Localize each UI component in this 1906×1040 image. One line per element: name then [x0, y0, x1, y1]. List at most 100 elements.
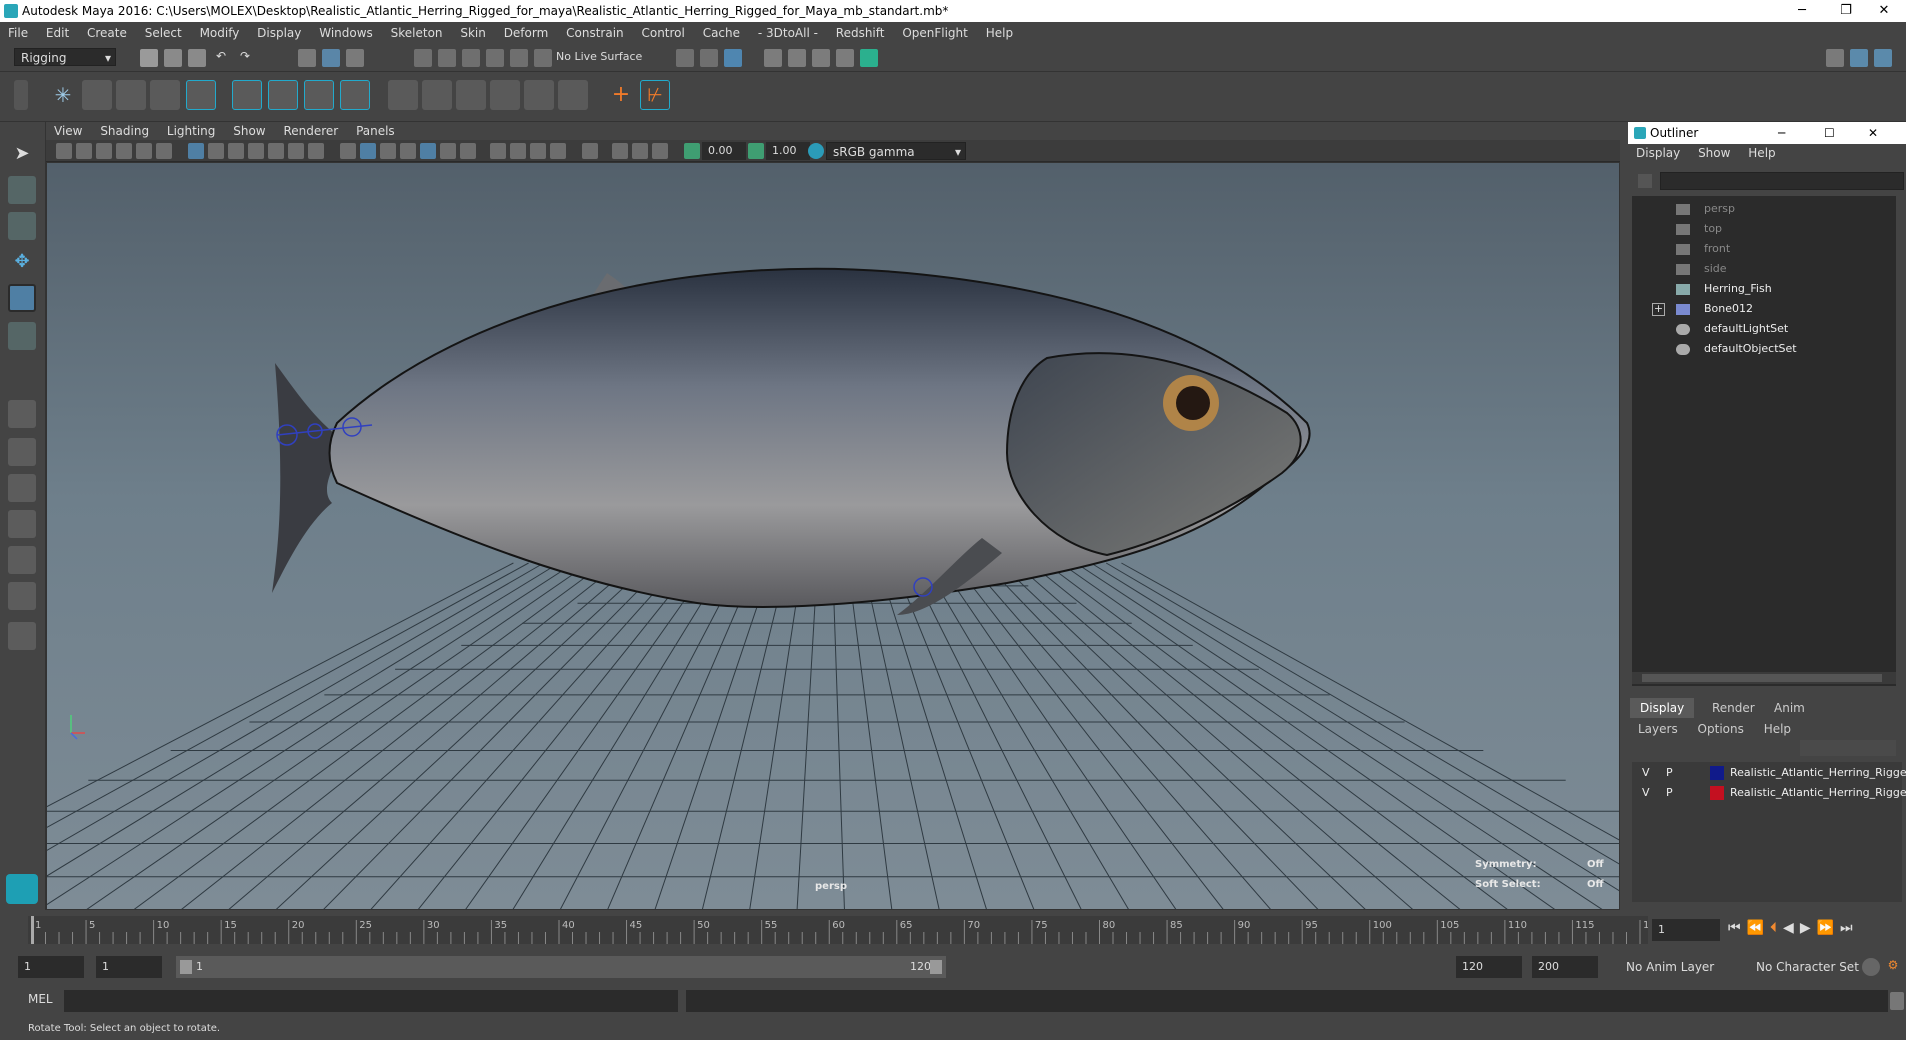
outliner-item-side[interactable]: side	[1676, 260, 1727, 278]
range-handle-start[interactable]	[180, 960, 192, 974]
xray-mode-icon[interactable]	[612, 143, 628, 159]
snap-grid-icon[interactable]	[414, 49, 432, 67]
outliner-item-persp[interactable]: persp	[1676, 200, 1735, 218]
screen-space-ao-icon[interactable]	[490, 143, 506, 159]
herring-fish-mesh[interactable]	[272, 267, 1311, 615]
custom-layout-icon[interactable]	[8, 622, 36, 650]
scale-tool-icon[interactable]	[8, 322, 36, 350]
single-pane-layout-icon[interactable]	[8, 400, 36, 428]
film-gate-icon[interactable]	[208, 143, 224, 159]
select-object-icon[interactable]	[322, 49, 340, 67]
ipr-render-icon[interactable]	[812, 49, 830, 67]
layer-visibility-toggle[interactable]: V	[1642, 784, 1650, 802]
gamma-icon[interactable]	[748, 143, 764, 159]
resolution-gate-icon[interactable]	[228, 143, 244, 159]
render-settings-icon[interactable]	[836, 49, 854, 67]
menu-deform[interactable]: Deform	[504, 26, 549, 40]
save-scene-icon[interactable]	[188, 49, 206, 67]
field-chart-icon[interactable]	[268, 143, 284, 159]
shelf-options-icon[interactable]	[14, 80, 28, 110]
textured-icon[interactable]	[420, 143, 436, 159]
script-editor-icon[interactable]	[1890, 992, 1904, 1010]
vp-menu-lighting[interactable]: Lighting	[167, 124, 216, 138]
animation-start-field[interactable]: 1	[18, 956, 84, 978]
select-hierarchy-icon[interactable]	[298, 49, 316, 67]
minimize-button[interactable]: ─	[1780, 0, 1824, 22]
menu-skeleton[interactable]: Skeleton	[391, 26, 443, 40]
menu-constrain[interactable]: Constrain	[566, 26, 624, 40]
hypershade-icon[interactable]	[860, 49, 878, 67]
move-tool-icon[interactable]: ✥	[8, 248, 36, 276]
preferences-icon[interactable]: ⚙	[1884, 958, 1902, 976]
menu-3dtoall[interactable]: - 3DtoAll -	[758, 26, 818, 40]
outliner-list[interactable]: persp top front side Herring_Fish + Bone…	[1632, 196, 1896, 686]
command-input[interactable]	[64, 990, 678, 1012]
select-tool-icon[interactable]: ➤	[8, 140, 36, 168]
new-scene-icon[interactable]	[140, 49, 158, 67]
gate-mask-icon[interactable]	[248, 143, 264, 159]
live-surface-label[interactable]: No Live Surface	[556, 50, 642, 63]
channel-box-icon[interactable]	[1850, 49, 1868, 67]
close-button[interactable]: ✕	[1862, 0, 1906, 22]
menu-skin[interactable]: Skin	[460, 26, 486, 40]
range-slider[interactable]: 1 120	[176, 956, 946, 978]
layer-color-swatch[interactable]	[1710, 766, 1724, 780]
step-back-key-icon[interactable]: ⏴	[1770, 920, 1783, 936]
image-plane-icon[interactable]	[116, 143, 132, 159]
locator-icon[interactable]: +	[606, 80, 636, 110]
layout-panel-icon[interactable]	[1826, 49, 1844, 67]
menu-redshift[interactable]: Redshift	[836, 26, 885, 40]
safe-title-icon[interactable]	[308, 143, 324, 159]
snap-magnet-icon[interactable]	[534, 49, 552, 67]
play-forwards-icon[interactable]: ▶	[1800, 920, 1817, 936]
range-handle-end[interactable]	[930, 960, 942, 974]
vp-menu-renderer[interactable]: Renderer	[283, 124, 338, 138]
menu-edit[interactable]: Edit	[46, 26, 69, 40]
motion-blur-icon[interactable]	[510, 143, 526, 159]
layer-color-swatch[interactable]	[1710, 786, 1724, 800]
blend-shape-icon[interactable]	[340, 80, 370, 110]
snap-surface-icon[interactable]	[510, 49, 528, 67]
outliner-minimize-button[interactable]: ─	[1778, 122, 1785, 144]
xray-icon[interactable]	[724, 49, 742, 67]
wireframe-icon[interactable]	[340, 143, 356, 159]
layer-action-icons[interactable]	[1800, 740, 1896, 756]
four-pane-layout-icon[interactable]	[8, 438, 36, 466]
hypershade-layout-icon[interactable]	[8, 582, 36, 610]
side-by-side-layout-icon[interactable]	[8, 474, 36, 502]
snap-curve-icon[interactable]	[438, 49, 456, 67]
perspective-viewport[interactable]: persp Symmetry: Off Soft Select: Off	[46, 162, 1620, 910]
menu-cache[interactable]: Cache	[703, 26, 740, 40]
shadows-icon[interactable]	[460, 143, 476, 159]
aim-constraint-icon[interactable]	[422, 80, 452, 110]
select-camera-icon[interactable]	[56, 143, 72, 159]
step-forward-icon[interactable]: ⏩	[1817, 920, 1840, 936]
outliner-menu-show[interactable]: Show	[1698, 146, 1730, 160]
menu-select[interactable]: Select	[145, 26, 182, 40]
ik-handle-icon[interactable]	[82, 80, 112, 110]
layer-playback-toggle[interactable]: P	[1666, 764, 1673, 782]
joint-tool-icon[interactable]: ✳	[48, 80, 78, 110]
redo-icon[interactable]: ↷	[236, 49, 254, 67]
outliner-item-front[interactable]: front	[1676, 240, 1730, 258]
outliner-close-button[interactable]: ✕	[1868, 122, 1878, 144]
xray-components-icon[interactable]	[652, 143, 668, 159]
vp-menu-panels[interactable]: Panels	[356, 124, 395, 138]
render-frame-icon[interactable]	[788, 49, 806, 67]
orient-constraint-icon[interactable]	[456, 80, 486, 110]
grid-toggle-icon[interactable]	[188, 143, 204, 159]
menu-modify[interactable]: Modify	[200, 26, 240, 40]
anim-layer-dropdown[interactable]: No Anim Layer	[1620, 958, 1736, 976]
pole-vector-icon[interactable]	[558, 80, 588, 110]
scale-constraint-icon[interactable]	[490, 80, 520, 110]
character-set-dropdown[interactable]: No Character Set	[1750, 958, 1866, 976]
graph-layout-icon[interactable]	[8, 546, 36, 574]
layer-menu-options[interactable]: Options	[1698, 722, 1744, 736]
snap-view-icon[interactable]	[486, 49, 504, 67]
point-constraint-icon[interactable]	[388, 80, 418, 110]
gamma-field[interactable]: 1.00	[766, 142, 810, 160]
filter-icon[interactable]	[1638, 174, 1652, 188]
playback-start-field[interactable]: 1	[96, 956, 162, 978]
attribute-editor-icon[interactable]	[1874, 49, 1892, 67]
menu-control[interactable]: Control	[641, 26, 684, 40]
